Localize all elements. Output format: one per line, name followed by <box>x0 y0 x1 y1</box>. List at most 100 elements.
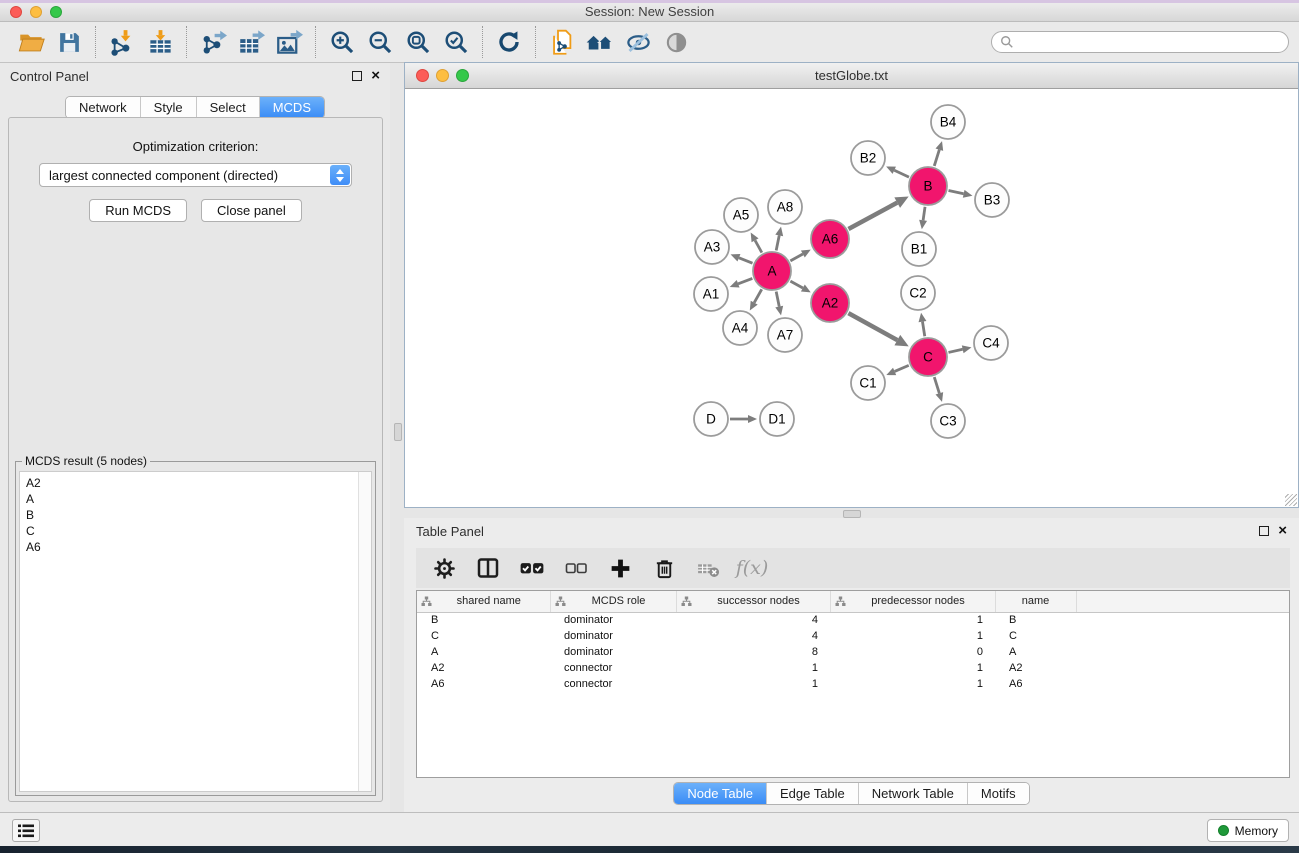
edge-A-A1[interactable] <box>730 278 753 287</box>
tab-edge-table[interactable]: Edge Table <box>767 783 859 804</box>
edge-B-B4[interactable] <box>934 141 943 166</box>
table-cell[interactable]: C <box>417 628 550 644</box>
task-history-button[interactable] <box>12 819 40 842</box>
graph-node-A6[interactable]: A6 <box>811 220 849 258</box>
edge-A-A3[interactable] <box>731 254 753 263</box>
edge-B-B1[interactable] <box>919 207 927 229</box>
column-header-mcds-role[interactable]: MCDS role <box>550 591 676 612</box>
edge-A2-C[interactable] <box>848 313 908 346</box>
table-cell[interactable]: dominator <box>550 612 676 628</box>
deselect-all-checkboxes-icon[interactable] <box>558 552 594 584</box>
network-canvas[interactable]: B4B2BB3A8A5A6A3B1AC2A1A2A4A7C4CC1DD1C3 <box>405 90 1298 507</box>
table-cell[interactable]: 1 <box>676 660 830 676</box>
edge-A6-B[interactable] <box>848 196 908 229</box>
graph-node-D[interactable]: D <box>694 402 728 436</box>
run-mcds-button[interactable]: Run MCDS <box>89 199 187 222</box>
zoom-out-icon[interactable] <box>361 25 399 59</box>
memory-button[interactable]: Memory <box>1207 819 1289 842</box>
graph-node-B2[interactable]: B2 <box>851 141 885 175</box>
edge-C-C1[interactable] <box>886 365 908 375</box>
table-cell[interactable]: 1 <box>830 660 995 676</box>
table-settings-icon[interactable] <box>426 552 462 584</box>
export-image-icon[interactable] <box>270 25 308 59</box>
show-glyphs-icon[interactable] <box>657 25 695 59</box>
graph-node-C1[interactable]: C1 <box>851 366 885 400</box>
tab-style[interactable]: Style <box>141 97 197 118</box>
copy-network-icon[interactable] <box>543 25 581 59</box>
edge-C-C3[interactable] <box>934 377 943 402</box>
close-panel-button[interactable]: Close panel <box>201 199 302 222</box>
edge-D-D1[interactable] <box>730 415 757 423</box>
edge-A-A4[interactable] <box>750 289 762 310</box>
save-session-icon[interactable] <box>50 25 88 59</box>
result-list-item[interactable]: A6 <box>26 539 365 555</box>
tab-select[interactable]: Select <box>197 97 260 118</box>
maximize-window-button[interactable] <box>50 6 62 18</box>
table-cell[interactable]: 1 <box>830 612 995 628</box>
table-cell[interactable]: A6 <box>417 676 550 692</box>
edge-C-C4[interactable] <box>948 345 971 353</box>
graph-node-A7[interactable]: A7 <box>768 318 802 352</box>
result-list-item[interactable]: B <box>26 507 365 523</box>
table-cell[interactable]: 0 <box>830 644 995 660</box>
result-list-scrollbar[interactable] <box>358 472 371 791</box>
table-cell[interactable]: 1 <box>830 628 995 644</box>
table-cell[interactable]: 4 <box>676 628 830 644</box>
edge-A-A8[interactable] <box>775 227 783 251</box>
tab-node-table[interactable]: Node Table <box>674 783 767 804</box>
edge-C-C2[interactable] <box>919 313 927 336</box>
home-icon[interactable] <box>581 25 619 59</box>
import-network-icon[interactable] <box>103 25 141 59</box>
graph-node-C3[interactable]: C3 <box>931 404 965 438</box>
graph-node-A3[interactable]: A3 <box>695 230 729 264</box>
hide-glyphs-icon[interactable] <box>619 25 657 59</box>
graph-node-C2[interactable]: C2 <box>901 276 935 310</box>
float-panel-icon[interactable] <box>1259 526 1269 536</box>
select-all-checkboxes-icon[interactable] <box>514 552 550 584</box>
horizontal-splitter-grip[interactable] <box>843 510 861 518</box>
graph-node-B[interactable]: B <box>909 167 947 205</box>
table-cell[interactable]: A2 <box>995 660 1076 676</box>
column-header-successor-nodes[interactable]: successor nodes <box>676 591 830 612</box>
graph-node-A2[interactable]: A2 <box>811 284 849 322</box>
toolbar-search[interactable] <box>991 31 1289 53</box>
edge-A-A2[interactable] <box>790 281 810 292</box>
close-panel-icon[interactable]: × <box>371 71 380 81</box>
table-cell[interactable]: 8 <box>676 644 830 660</box>
graph-node-A5[interactable]: A5 <box>724 198 758 232</box>
delete-selected-icon[interactable] <box>646 552 682 584</box>
graph-node-B3[interactable]: B3 <box>975 183 1009 217</box>
graph-node-B1[interactable]: B1 <box>902 232 936 266</box>
table-cell[interactable]: B <box>417 612 550 628</box>
table-cell[interactable]: B <box>995 612 1076 628</box>
export-table-icon[interactable] <box>232 25 270 59</box>
table-cell[interactable]: dominator <box>550 628 676 644</box>
table-cell[interactable]: dominator <box>550 644 676 660</box>
zoom-fit-icon[interactable] <box>399 25 437 59</box>
table-cell[interactable]: 1 <box>830 676 995 692</box>
criterion-dropdown[interactable]: largest connected component (directed) <box>39 163 352 187</box>
edge-A-A6[interactable] <box>790 250 810 261</box>
column-header-shared-name[interactable]: shared name <box>417 591 550 612</box>
table-cell[interactable]: A <box>417 644 550 660</box>
open-session-icon[interactable] <box>12 25 50 59</box>
edge-A-A7[interactable] <box>775 292 783 316</box>
add-icon[interactable] <box>602 552 638 584</box>
tab-motifs[interactable]: Motifs <box>968 783 1029 804</box>
graph-node-C[interactable]: C <box>909 338 947 376</box>
close-window-button[interactable] <box>10 6 22 18</box>
zoom-selected-icon[interactable] <box>437 25 475 59</box>
graph-node-A8[interactable]: A8 <box>768 190 802 224</box>
vertical-splitter-grip[interactable] <box>394 423 402 441</box>
edge-B-B2[interactable] <box>886 166 909 177</box>
window-resize-grip[interactable] <box>1285 494 1297 506</box>
table-cell[interactable]: 4 <box>676 612 830 628</box>
result-list-item[interactable]: A <box>26 491 365 507</box>
table-cell[interactable]: 1 <box>676 676 830 692</box>
graph-node-A4[interactable]: A4 <box>723 311 757 345</box>
minimize-window-button[interactable] <box>30 6 42 18</box>
graph-node-B4[interactable]: B4 <box>931 105 965 139</box>
edge-B-B3[interactable] <box>949 190 973 198</box>
column-header-predecessor-nodes[interactable]: predecessor nodes <box>830 591 995 612</box>
graph-node-A[interactable]: A <box>753 252 791 290</box>
